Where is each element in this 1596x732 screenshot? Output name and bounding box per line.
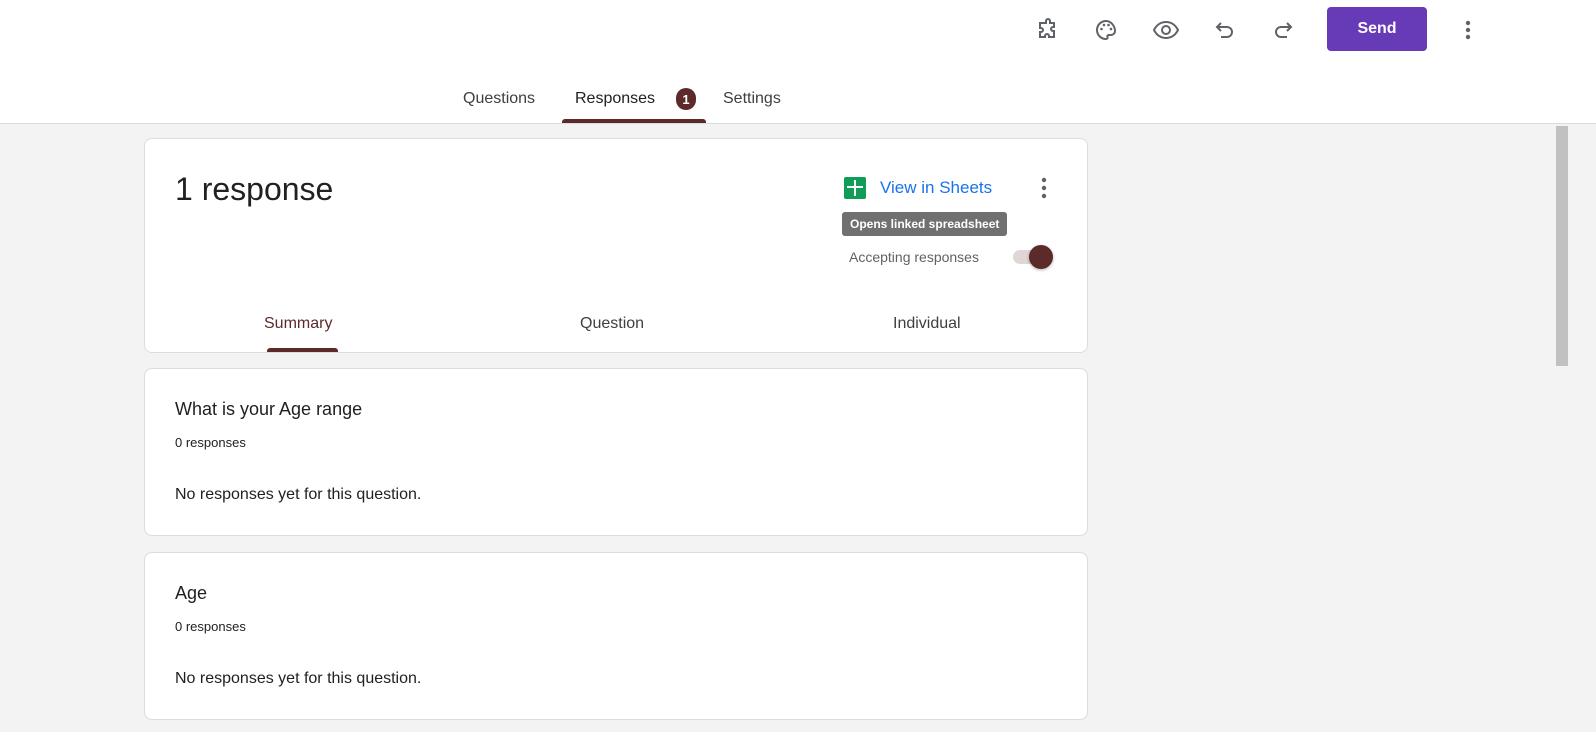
undo-icon[interactable] <box>1209 14 1241 46</box>
sheets-icon[interactable] <box>844 177 866 199</box>
redo-icon[interactable] <box>1267 14 1299 46</box>
question-summary-card: Age 0 responses No responses yet for thi… <box>144 552 1088 720</box>
empty-message: No responses yet for this question. <box>175 486 422 503</box>
top-bar: Send Questions Responses 1 Settings <box>0 0 1596 124</box>
response-count: 0 responses <box>175 435 246 450</box>
more-options-icon[interactable] <box>1041 177 1047 204</box>
send-button[interactable]: Send <box>1327 7 1427 51</box>
scrollbar-thumb[interactable] <box>1556 126 1568 366</box>
responses-count-badge: 1 <box>676 88 696 110</box>
tooltip: Opens linked spreadsheet <box>842 212 1008 236</box>
empty-message: No responses yet for this question. <box>175 670 422 687</box>
accepting-responses-label: Accepting responses <box>849 249 979 265</box>
palette-icon[interactable] <box>1090 14 1122 46</box>
eye-icon[interactable] <box>1150 14 1182 46</box>
puzzle-icon[interactable] <box>1032 14 1064 46</box>
view-in-sheets-link[interactable]: View in Sheets <box>880 178 992 198</box>
active-tab-indicator <box>562 119 706 123</box>
question-summary-card: What is your Age range 0 responses No re… <box>144 368 1088 536</box>
tab-questions[interactable]: Questions <box>463 90 535 108</box>
response-count-title: 1 response <box>175 171 334 207</box>
question-title: Age <box>175 583 208 603</box>
question-title: What is your Age range <box>175 399 363 419</box>
tab-settings[interactable]: Settings <box>723 90 781 108</box>
active-subtab-indicator <box>267 348 338 352</box>
more-vert-icon[interactable] <box>1452 14 1484 46</box>
response-count: 0 responses <box>175 619 246 634</box>
subtab-question[interactable]: Question <box>580 315 644 333</box>
accepting-responses-toggle[interactable] <box>1013 245 1053 269</box>
subtab-individual[interactable]: Individual <box>893 315 961 333</box>
subtab-summary[interactable]: Summary <box>264 315 332 333</box>
responses-summary-card: 1 response View in Sheets Opens linked s… <box>144 138 1088 353</box>
tab-responses[interactable]: Responses <box>575 90 655 108</box>
